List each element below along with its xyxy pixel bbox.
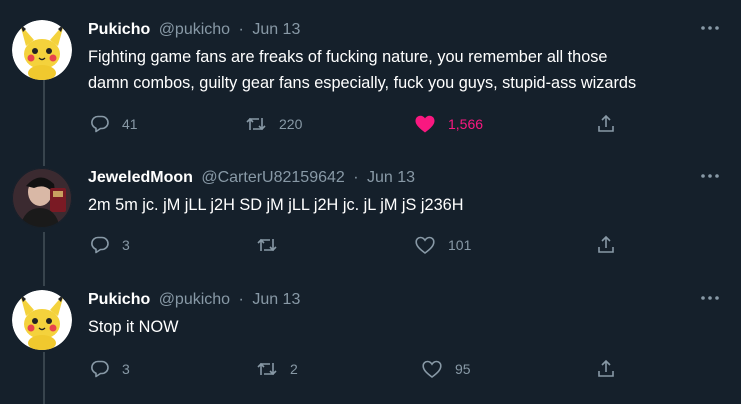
reply-count: 41: [122, 116, 138, 132]
retweet-button[interactable]: 2: [256, 359, 298, 379]
retweet-button[interactable]: [256, 235, 290, 255]
retweet-count: 220: [279, 116, 303, 132]
tweet-text: Stop it NOW: [88, 314, 725, 340]
display-name[interactable]: Pukicho: [88, 291, 150, 308]
share-icon: [598, 114, 614, 132]
tweet-header: Pukicho @pukicho · Jun 13: [88, 20, 725, 40]
heart-outline-icon: [415, 236, 435, 254]
tweet-date[interactable]: Jun 13: [367, 169, 415, 186]
tweet-text: Fighting game fans are freaks of fucking…: [88, 44, 725, 96]
retweet-icon: [257, 238, 277, 252]
like-button[interactable]: 101: [414, 235, 471, 255]
reply-icon: [91, 115, 109, 133]
retweet-count: 2: [290, 361, 298, 377]
tweet[interactable]: JeweledMoon @CarterU82159642 · Jun 13 2m…: [0, 168, 741, 278]
separator-dot: ·: [238, 291, 244, 308]
separator-dot: ·: [353, 169, 359, 186]
tweet-date[interactable]: Jun 13: [252, 21, 300, 38]
like-button[interactable]: 1,566: [414, 114, 483, 134]
share-button[interactable]: [596, 359, 616, 379]
like-count: 101: [448, 237, 472, 253]
tweet-text: 2m 5m jc. jM jLL j2H SD jM jLL j2H jc. j…: [88, 192, 725, 218]
tweet-text-line: 2m 5m jc. jM jLL j2H SD jM jLL j2H jc. j…: [88, 196, 464, 214]
more-options-button[interactable]: [695, 164, 725, 188]
like-count: 95: [455, 361, 471, 377]
reply-count: 3: [122, 237, 130, 253]
reply-button[interactable]: 3: [90, 235, 130, 255]
retweet-button[interactable]: 220: [245, 114, 302, 134]
pikachu-avatar-icon: [12, 290, 72, 350]
heart-filled-icon: [415, 115, 435, 133]
tweet-actions: 3 101: [88, 235, 633, 257]
tweet-header: Pukicho @pukicho · Jun 13: [88, 290, 725, 310]
user-photo-avatar-icon: [12, 168, 72, 228]
more-dots-icon: [701, 296, 719, 300]
reply-count: 3: [122, 361, 130, 377]
more-dots-icon: [701, 26, 719, 30]
separator-dot: ·: [238, 21, 244, 38]
more-dots-icon: [701, 174, 719, 178]
avatar[interactable]: [12, 290, 72, 350]
tweet-actions: 41 220 1,566: [88, 114, 633, 136]
tweet-actions: 3 2 95: [88, 359, 633, 381]
share-button[interactable]: [596, 114, 616, 134]
like-count: 1,566: [448, 116, 484, 132]
tweet-text-line: Stop it NOW: [88, 318, 179, 336]
tweet-date[interactable]: Jun 13: [252, 291, 300, 308]
tweet-text-line: Fighting game fans are freaks of fucking…: [88, 48, 608, 66]
display-name[interactable]: JeweledMoon: [88, 169, 193, 186]
tweet[interactable]: Pukicho @pukicho · Jun 13 Fighting game …: [0, 20, 741, 150]
avatar[interactable]: [12, 20, 72, 80]
reply-button[interactable]: 41: [90, 114, 138, 134]
reply-button[interactable]: 3: [90, 359, 130, 379]
tweet-text-line: damn combos, guilty gear fans especially…: [88, 74, 637, 92]
share-button[interactable]: [596, 235, 616, 255]
user-handle[interactable]: @pukicho: [159, 21, 230, 38]
avatar[interactable]: [12, 168, 72, 228]
display-name[interactable]: Pukicho: [88, 21, 150, 38]
more-options-button[interactable]: [695, 286, 725, 310]
share-icon: [598, 359, 614, 377]
tweet[interactable]: Pukicho @pukicho · Jun 13 Stop it NOW 3: [0, 290, 741, 400]
more-options-button[interactable]: [695, 16, 725, 40]
share-icon: [598, 235, 614, 253]
user-handle[interactable]: @CarterU82159642: [201, 169, 344, 186]
tweet-header: JeweledMoon @CarterU82159642 · Jun 13: [88, 168, 725, 188]
pikachu-avatar-icon: [12, 20, 72, 80]
like-button[interactable]: 95: [421, 359, 471, 379]
reply-icon: [91, 236, 109, 254]
user-handle[interactable]: @pukicho: [159, 291, 230, 308]
retweet-icon: [246, 117, 266, 131]
reply-icon: [91, 360, 109, 378]
heart-outline-icon: [422, 360, 442, 378]
retweet-icon: [257, 362, 277, 376]
